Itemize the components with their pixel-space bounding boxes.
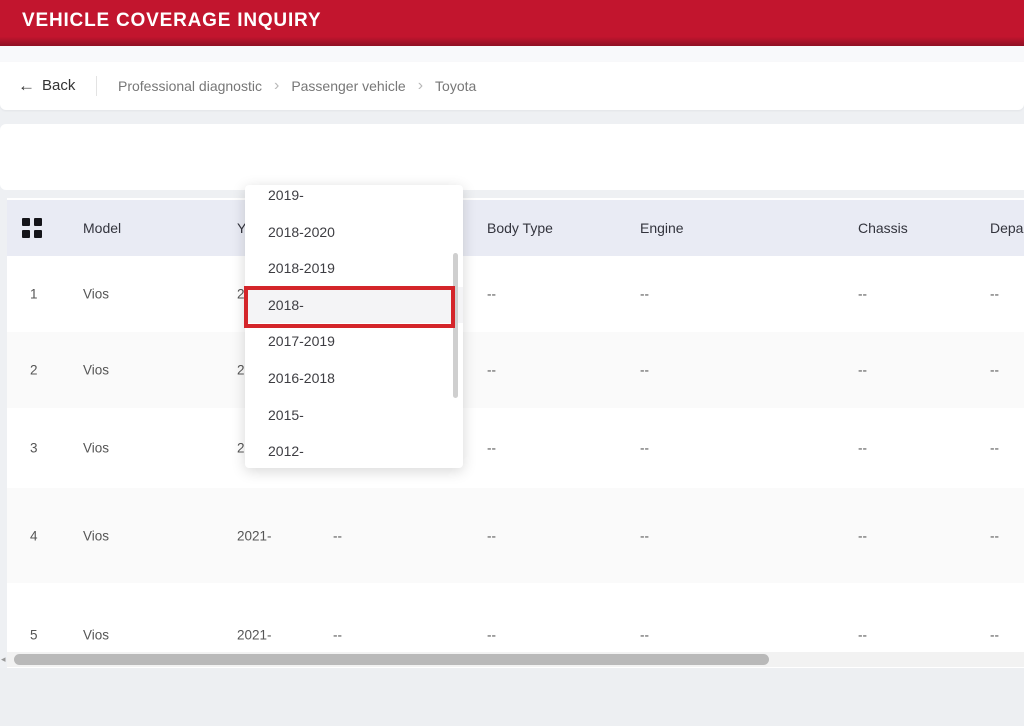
cell-body: -- bbox=[487, 363, 496, 378]
cell-body: -- bbox=[487, 627, 496, 642]
cell-engine: -- bbox=[640, 287, 649, 302]
column-header-department: Depa bbox=[990, 220, 1023, 236]
cell-year: 2021- bbox=[237, 528, 272, 543]
back-button[interactable]: ← Back bbox=[18, 62, 75, 110]
breadcrumb-divider bbox=[96, 76, 97, 96]
cell-model: Vios bbox=[83, 627, 109, 642]
year-dropdown-panel: 2019- 2018-2020 2018-2019 2018- 2017-201… bbox=[245, 185, 463, 468]
cell-engine: -- bbox=[640, 441, 649, 456]
table-row[interactable]: 3 Vios 20 -- -- -- -- -- bbox=[7, 408, 1024, 489]
footer-bar: ‹ 1 2 3 4 5 6 7 8 ••• 153 › Total: 3047 bbox=[0, 668, 1024, 726]
cell-dept: -- bbox=[990, 528, 999, 543]
cell-model: Vios bbox=[83, 287, 109, 302]
cell-engine: -- bbox=[640, 528, 649, 543]
year-option[interactable]: 2019- bbox=[245, 185, 463, 214]
cell-model: Vios bbox=[83, 363, 109, 378]
cell-chassis: -- bbox=[858, 363, 867, 378]
horizontal-scrollbar-thumb[interactable] bbox=[14, 654, 769, 665]
column-header-body-type: Body Type bbox=[487, 220, 553, 236]
year-dropdown-list: 2019- 2018-2020 2018-2019 2018- 2017-201… bbox=[245, 185, 463, 468]
scrollbar-left-arrow-icon[interactable]: ◂ bbox=[1, 652, 6, 667]
table-row[interactable]: 2 Vios 20 -- -- -- -- -- bbox=[7, 332, 1024, 409]
header-gap bbox=[0, 46, 1024, 62]
column-header-engine: Engine bbox=[640, 220, 684, 236]
horizontal-scrollbar-track bbox=[7, 652, 1024, 667]
app-header: VEHICLE COVERAGE INQUIRY bbox=[0, 0, 1024, 46]
breadcrumb-item-toyota[interactable]: Toyota bbox=[435, 78, 476, 94]
year-option[interactable]: 2016-2018 bbox=[245, 360, 463, 397]
breadcrumb-item-passenger-vehicle[interactable]: Passenger vehicle bbox=[291, 78, 405, 94]
row-index: 4 bbox=[30, 528, 38, 543]
dropdown-scrollbar-thumb[interactable] bbox=[453, 253, 458, 398]
row-index: 2 bbox=[30, 363, 38, 378]
breadcrumb: Professional diagnostic › Passenger vehi… bbox=[118, 62, 476, 110]
cell-body: -- bbox=[487, 441, 496, 456]
cell-dept: -- bbox=[990, 287, 999, 302]
chevron-right-icon: › bbox=[418, 77, 423, 95]
cell-engine: -- bbox=[640, 627, 649, 642]
year-option[interactable]: 2012- bbox=[245, 433, 463, 468]
column-header-chassis: Chassis bbox=[858, 220, 908, 236]
back-label: Back bbox=[42, 62, 75, 110]
row-index: 5 bbox=[30, 627, 38, 642]
year-option[interactable]: 2018-2020 bbox=[245, 214, 463, 251]
cell-hidden: -- bbox=[333, 528, 342, 543]
page-title: VEHICLE COVERAGE INQUIRY bbox=[22, 0, 321, 42]
cell-dept: -- bbox=[990, 363, 999, 378]
year-option-highlighted[interactable]: 2018- bbox=[245, 287, 463, 324]
filter-bar: Vios Please select year Please select sy… bbox=[0, 124, 1024, 190]
breadcrumb-bar: ← Back Professional diagnostic › Passeng… bbox=[0, 62, 1024, 110]
cell-dept: -- bbox=[990, 627, 999, 642]
year-option[interactable]: 2015- bbox=[245, 397, 463, 434]
chevron-right-icon: › bbox=[274, 77, 279, 95]
year-option[interactable]: 2017-2019 bbox=[245, 323, 463, 360]
cell-chassis: -- bbox=[858, 441, 867, 456]
cell-chassis: -- bbox=[858, 528, 867, 543]
cell-engine: -- bbox=[640, 363, 649, 378]
cell-body: -- bbox=[487, 528, 496, 543]
table-header-row: Model Year Body Type Engine Chassis Depa bbox=[7, 200, 1024, 256]
row-index: 3 bbox=[30, 441, 38, 456]
cell-model: Vios bbox=[83, 528, 109, 543]
vehicle-coverage-inquiry-screen: VEHICLE COVERAGE INQUIRY ← Back Professi… bbox=[0, 0, 1024, 726]
cell-hidden: -- bbox=[333, 627, 342, 642]
back-arrow-icon: ← bbox=[18, 62, 35, 110]
grid-view-icon[interactable] bbox=[22, 218, 42, 238]
cell-year: 2021- bbox=[237, 627, 272, 642]
breadcrumb-item-professional-diagnostic[interactable]: Professional diagnostic bbox=[118, 78, 262, 94]
table-row[interactable]: 4 Vios 2021- -- -- -- -- -- bbox=[7, 488, 1024, 584]
cell-body: -- bbox=[487, 287, 496, 302]
cell-chassis: -- bbox=[858, 287, 867, 302]
column-header-model: Model bbox=[83, 220, 121, 236]
table-row[interactable]: 1 Vios 20 -- -- -- -- -- bbox=[7, 256, 1024, 333]
year-option[interactable]: 2018-2019 bbox=[245, 250, 463, 287]
cell-dept: -- bbox=[990, 441, 999, 456]
results-table: Model Year Body Type Engine Chassis Depa… bbox=[7, 198, 1024, 668]
cell-chassis: -- bbox=[858, 627, 867, 642]
cell-model: Vios bbox=[83, 441, 109, 456]
row-index: 1 bbox=[30, 287, 38, 302]
